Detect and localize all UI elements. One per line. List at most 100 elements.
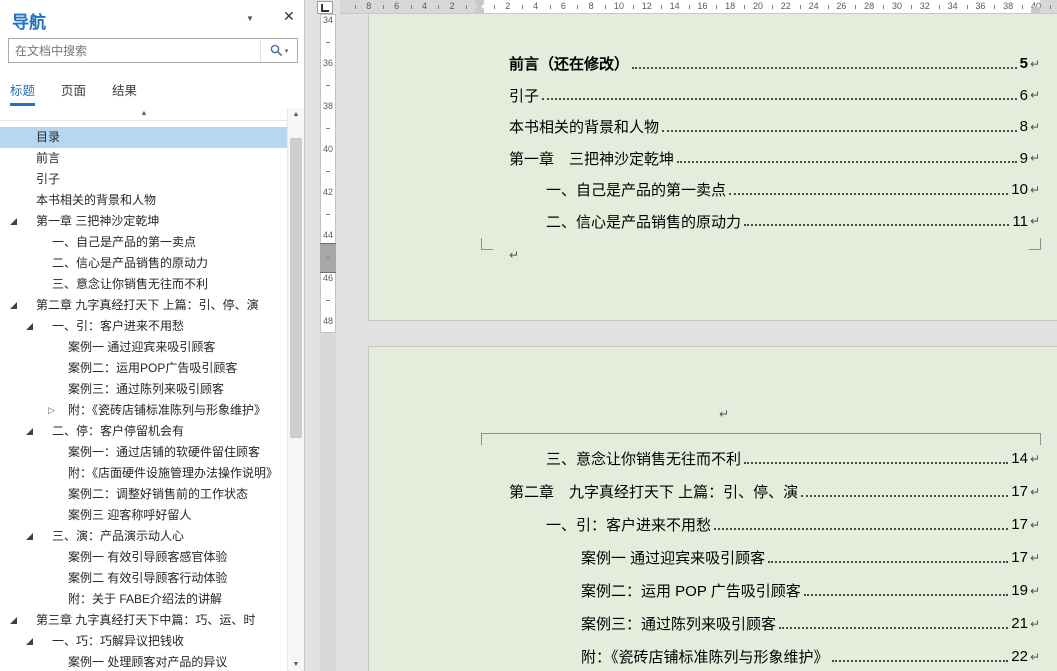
expanded-triangle-icon[interactable] — [26, 638, 33, 645]
toc-entry[interactable]: 第二章 九字真经打天下 上篇：引、停、演17↵ — [509, 475, 1040, 508]
nav-heading-item[interactable]: 案例一 有效引导顾客感官体验 — [0, 547, 288, 568]
left-tab-stop-icon — [321, 4, 329, 12]
expanded-triangle-icon[interactable] — [10, 617, 17, 624]
nav-heading-item[interactable]: 案例二：运用POP广告吸引顾客 — [0, 358, 288, 379]
nav-tab-1[interactable]: 页面 — [61, 80, 86, 106]
nav-heading-item[interactable]: 案例一 通过迎宾来吸引顾客 — [0, 337, 288, 358]
nav-heading-item[interactable]: 案例三：通过陈列来吸引顾客 — [0, 379, 288, 400]
dot-leader — [804, 594, 1009, 596]
nav-heading-item[interactable]: 附：关于 FABE介绍法的讲解 — [0, 589, 288, 610]
toc-entry[interactable]: 一、自己是产品的第一卖点10↵ — [509, 174, 1040, 206]
nav-heading-label: 案例一 处理顾客对产品的异议 — [68, 655, 227, 669]
scrollbar-thumb[interactable] — [290, 138, 302, 438]
toc-list: 前言（还在修改）5↵引子6↵本书相关的背景和人物8↵第一章 三把神沙定乾坤9↵一… — [509, 48, 1040, 237]
ruler-tick — [716, 5, 717, 9]
nav-heading-item[interactable]: 第三章 九字真经打天下中篇：巧、运、时 — [0, 610, 288, 631]
ruler-tick — [744, 5, 745, 9]
nav-heading-item[interactable]: 案例一：通过店铺的软硬件留住顾客 — [0, 442, 288, 463]
toc-entry[interactable]: 引子6↵ — [509, 80, 1040, 112]
ruler-number: 10 — [614, 0, 624, 14]
toc-entry-text: 前言（还在修改） — [509, 53, 629, 74]
expanded-triangle-icon[interactable] — [26, 428, 33, 435]
ruler-tick — [383, 5, 384, 9]
nav-heading-item[interactable]: 目录 — [0, 127, 288, 148]
nav-heading-item[interactable]: 第二章 九字真经打天下 上篇：引、停、演 — [0, 295, 288, 316]
expanded-triangle-icon[interactable] — [10, 302, 17, 309]
toc-entry[interactable]: 附：《瓷砖店铺标准陈列与形象维护》22↵ — [509, 640, 1040, 671]
document-search-box[interactable]: ▾ — [8, 38, 298, 63]
ruler-number: 26 — [836, 0, 846, 14]
collapsed-triangle-icon[interactable]: ▷ — [48, 400, 55, 421]
toc-entry[interactable]: 二、信心是产品销售的原动力11↵ — [509, 206, 1040, 238]
nav-heading-label: 第一章 三把神沙定乾坤 — [36, 214, 159, 228]
paragraph-mark: ↵ — [1030, 650, 1040, 664]
scrollbar-down-button[interactable]: ▼ — [288, 658, 304, 671]
dot-leader — [744, 462, 1008, 464]
expanded-triangle-icon[interactable] — [26, 323, 33, 330]
toc-entry[interactable]: 第一章 三把神沙定乾坤9↵ — [509, 143, 1040, 175]
search-dropdown-icon[interactable]: ▾ — [285, 47, 289, 55]
nav-heading-item[interactable]: 一、巧：巧解异议把钱收 — [0, 631, 288, 652]
list-scroll-up-strip[interactable]: ▲ — [0, 108, 288, 121]
nav-heading-item[interactable]: ▷ 附：《瓷砖店铺标准陈列与形象维护》 — [0, 400, 288, 421]
nav-heading-item[interactable]: 一、引：客户进来不用愁 — [0, 316, 288, 337]
scroll-up-icon: ▲ — [141, 110, 148, 117]
expanded-triangle-icon[interactable] — [10, 218, 17, 225]
ruler-number: 30 — [892, 0, 902, 14]
page-1[interactable]: 前言（还在修改）5↵引子6↵本书相关的背景和人物8↵第一章 三把神沙定乾坤9↵一… — [368, 14, 1057, 321]
close-icon[interactable]: ✕ — [283, 8, 295, 25]
nav-heading-label: 第三章 九字真经打天下中篇：巧、运、时 — [36, 613, 255, 627]
nav-heading-item[interactable]: 引子 — [0, 169, 288, 190]
ruler-number: 48 — [320, 316, 336, 326]
toc-entry[interactable]: 前言（还在修改）5↵ — [509, 48, 1040, 80]
nav-tab-0[interactable]: 标题 — [10, 80, 35, 106]
ruler-tick — [911, 5, 912, 9]
search-input[interactable] — [9, 44, 260, 58]
nav-heading-item[interactable]: 二、信心是产品销售的原动力 — [0, 253, 288, 274]
nav-heading-label: 案例一 有效引导顾客感官体验 — [68, 550, 227, 564]
toc-entry[interactable]: 三、意念让你销售无往而不利14↵ — [509, 442, 1040, 475]
nav-heading-item[interactable]: 案例一 处理顾客对产品的异议 — [0, 652, 288, 671]
toc-entry-text: 三、意念让你销售无往而不利 — [546, 448, 741, 469]
toc-entry-text: 引子 — [509, 85, 539, 106]
scrollbar-up-button[interactable]: ▲ — [288, 108, 304, 121]
nav-scrollbar[interactable]: ▲ ▼ — [287, 108, 304, 671]
nav-heading-item[interactable]: 案例二 有效引导顾客行动体验 — [0, 568, 288, 589]
paragraph-mark: ↵ — [1030, 518, 1040, 532]
nav-heading-item[interactable]: 前言 — [0, 148, 288, 169]
ruler-number: 20 — [753, 0, 763, 14]
toc-page-number: 9 — [1020, 150, 1028, 167]
nav-heading-item[interactable]: 一、自己是产品的第一卖点 — [0, 232, 288, 253]
nav-tab-2[interactable]: 结果 — [112, 80, 137, 106]
ruler-number: 46 — [320, 273, 336, 283]
toc-entry[interactable]: 案例二：运用 POP 广告吸引顾客19↵ — [509, 574, 1040, 607]
toc-entry[interactable]: 案例三：通过陈列来吸引顾客21↵ — [509, 607, 1040, 640]
nav-heading-label: 附：《瓷砖店铺标准陈列与形象维护》 — [68, 403, 266, 417]
toc-page-number: 17 — [1011, 483, 1028, 500]
search-button[interactable]: ▾ — [260, 39, 297, 62]
nav-heading-item[interactable]: 三、意念让你销售无往而不利 — [0, 274, 288, 295]
nav-heading-label: 引子 — [36, 172, 60, 186]
nav-heading-item[interactable]: 案例三 迎客称呼好留人 — [0, 505, 288, 526]
paragraph-mark: ↵ — [1030, 88, 1040, 102]
nav-heading-item[interactable]: 三、演：产品演示动人心 — [0, 526, 288, 547]
nav-heading-item[interactable]: 案例二：调整好销售前的工作状态 — [0, 484, 288, 505]
toc-entry[interactable]: 案例一 通过迎宾来吸引顾客17↵ — [509, 541, 1040, 574]
page-2[interactable]: ↵ 三、意念让你销售无往而不利14↵第二章 九字真经打天下 上篇：引、停、演17… — [368, 346, 1057, 671]
ruler-number: 22 — [781, 0, 791, 14]
nav-heading-item[interactable]: 附：《店面硬件设施管理办法操作说明》 — [0, 463, 288, 484]
ruler-tick — [1050, 5, 1051, 9]
toc-entry[interactable]: 本书相关的背景和人物8↵ — [509, 111, 1040, 143]
toc-page-number: 8 — [1020, 118, 1028, 135]
toc-page-number: 10 — [1011, 181, 1028, 198]
expanded-triangle-icon[interactable] — [26, 533, 33, 540]
tab-stop-selector[interactable] — [317, 1, 333, 14]
nav-heading-item[interactable]: 本书相关的背景和人物 — [0, 190, 288, 211]
nav-heading-item[interactable]: 第一章 三把神沙定乾坤 — [0, 211, 288, 232]
pane-options-dropdown-icon[interactable]: ▼ — [246, 14, 254, 23]
nav-heading-label: 本书相关的背景和人物 — [36, 193, 156, 207]
nav-heading-item[interactable]: 二、停：客户停留机会有 — [0, 421, 288, 442]
navigation-tabs: 标题页面结果 — [10, 80, 137, 106]
dot-leader — [744, 224, 1009, 226]
toc-entry[interactable]: 一、引：客户进来不用愁17↵ — [509, 508, 1040, 541]
